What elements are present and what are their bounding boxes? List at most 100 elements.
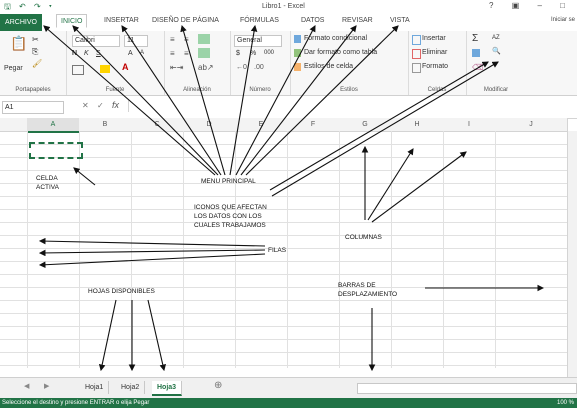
grid-col-line (131, 131, 132, 368)
column-header-c[interactable]: C (131, 118, 184, 132)
number-format-select[interactable]: General (234, 35, 282, 47)
conditional-format-button[interactable]: Formato condicional (304, 35, 367, 42)
window-controls[interactable]: ? ▣ – □ (489, 1, 573, 10)
delete-cells-button[interactable]: Eliminar (422, 49, 447, 56)
tab-diseno-pagina[interactable]: DISEÑO DE PÁGINA (152, 17, 219, 24)
font-name-select[interactable]: Calibri (72, 35, 120, 47)
sheet-nav-next-icon[interactable]: ▶ (44, 382, 49, 390)
vertical-scrollbar[interactable] (567, 131, 577, 377)
delete-cells-icon (412, 49, 421, 59)
title-bar: 🖫 ↶ ↷ ▾ Libro1 - Excel ? ▣ – □ (0, 0, 577, 14)
format-painter-icon[interactable]: 🖌 (32, 59, 42, 68)
group-editing: Σ AZ 🔍 ⌫ Modificar (466, 31, 526, 95)
font-size-select[interactable]: 11 (124, 35, 148, 47)
increase-decimal-icon[interactable]: ←0 (236, 64, 247, 71)
grid-row-line (0, 248, 577, 249)
tab-vista[interactable]: VISTA (390, 17, 410, 24)
name-box[interactable]: A1 (2, 101, 64, 114)
borders-icon[interactable] (72, 65, 84, 75)
grow-font-button[interactable]: A (128, 50, 133, 57)
cancel-icon[interactable]: ✕ (82, 101, 89, 110)
column-header-d[interactable]: D (183, 118, 236, 132)
grid-row-line (0, 183, 577, 184)
align-left-icon[interactable]: ≡ (170, 49, 175, 58)
group-label-clipboard: Portapapeles (15, 87, 51, 93)
decrease-decimal-icon[interactable]: .00 (254, 64, 264, 71)
insert-cells-button[interactable]: Insertar (422, 35, 446, 42)
annotation-celda-line1: CELDA (36, 175, 58, 182)
grid-col-line (339, 131, 340, 368)
tab-datos[interactable]: DATOS (301, 17, 324, 24)
fill-color-icon[interactable] (100, 65, 110, 73)
conditional-format-icon (294, 35, 301, 43)
indent-icon[interactable]: ⇤⇥ (170, 63, 183, 72)
format-as-table-button[interactable]: Dar formato como tabla (304, 49, 377, 56)
italic-button[interactable]: K (84, 50, 89, 57)
add-sheet-button[interactable]: ⊕ (214, 380, 222, 391)
select-all-corner[interactable] (0, 118, 28, 132)
clear-icon[interactable]: ⌫ (472, 63, 483, 72)
cut-icon[interactable]: ✂ (32, 35, 39, 44)
grid-row-line (0, 170, 577, 171)
align-middle-icon[interactable]: ≡ (184, 35, 189, 44)
sheet-nav-prev-icon[interactable]: ◀ (24, 382, 29, 390)
underline-button[interactable]: S (96, 50, 101, 57)
merge-center-icon[interactable] (198, 48, 210, 58)
worksheet-grid[interactable]: A B C D E F G H I J (0, 118, 577, 368)
column-header-a[interactable]: A (27, 118, 80, 133)
grid-col-line (287, 131, 288, 368)
zoom-level[interactable]: 100 % (557, 398, 574, 408)
sheet-tab-hoja3[interactable]: Hoja3 (152, 381, 183, 396)
thousands-button[interactable]: 000 (264, 50, 274, 56)
cell-styles-icon (294, 63, 301, 71)
tab-inicio[interactable]: INICIO (56, 14, 88, 28)
shrink-font-button[interactable]: A (140, 50, 144, 56)
font-color-icon[interactable]: A (122, 62, 129, 72)
cell-styles-button[interactable]: Estilos de celda (304, 63, 353, 70)
column-header-j[interactable]: J (495, 118, 568, 132)
grid-col-line (443, 131, 444, 368)
grid-row-line (0, 300, 577, 301)
paste-button[interactable]: Pegar (4, 65, 23, 72)
tab-archivo[interactable]: ARCHIVO (0, 14, 42, 31)
formula-input[interactable] (128, 100, 569, 112)
grid-row-line (0, 326, 577, 327)
horizontal-scrollbar[interactable] (357, 383, 577, 394)
tab-formulas[interactable]: FÓRMULAS (240, 17, 279, 24)
column-header-i[interactable]: I (443, 118, 496, 132)
quick-access-toolbar[interactable]: 🖫 ↶ ↷ ▾ (4, 1, 55, 15)
sheet-tab-hoja1[interactable]: Hoja1 (80, 381, 110, 394)
percent-button[interactable]: % (250, 50, 256, 57)
group-cells: Insertar Eliminar Formato Celdas (408, 31, 467, 95)
group-font: Calibri 11 N K S A A A Fuente (66, 31, 165, 95)
grid-row-line (0, 365, 577, 366)
column-header-h[interactable]: H (391, 118, 444, 132)
fill-icon[interactable] (472, 49, 480, 57)
autosum-button[interactable]: Σ (472, 33, 478, 44)
paste-icon[interactable]: 📋 (10, 35, 27, 52)
copy-icon[interactable]: ⎘ (32, 47, 38, 57)
group-label-font: Fuente (105, 87, 125, 93)
align-center-icon[interactable]: ≡ (184, 49, 189, 58)
annotation-iconos-line2: LOS DATOS CON LOS (194, 213, 262, 220)
insert-function-icon[interactable]: fx (112, 100, 119, 110)
active-cell[interactable] (29, 142, 83, 159)
column-header-f[interactable]: F (287, 118, 340, 132)
column-header-g[interactable]: G (339, 118, 392, 132)
bold-button[interactable]: N (72, 50, 77, 57)
tab-insertar[interactable]: INSERTAR (104, 17, 139, 24)
enter-icon[interactable]: ✓ (97, 101, 104, 110)
sort-filter-button[interactable]: AZ (492, 35, 500, 41)
orientation-icon[interactable]: ab↗ (198, 63, 214, 72)
currency-button[interactable]: $ (236, 50, 240, 57)
signin-link[interactable]: Iniciar se (551, 17, 575, 23)
column-header-e[interactable]: E (235, 118, 288, 132)
sheet-tab-hoja2[interactable]: Hoja2 (116, 381, 146, 394)
column-header-b[interactable]: B (79, 118, 132, 132)
align-top-icon[interactable]: ≡ (170, 35, 175, 44)
status-bar: Seleccione el destino y presione ENTRAR … (0, 398, 577, 408)
format-cells-button[interactable]: Formato (422, 63, 448, 70)
tab-revisar[interactable]: REVISAR (342, 17, 373, 24)
find-select-button[interactable]: 🔍 (492, 47, 501, 55)
wrap-text-icon[interactable] (198, 34, 210, 44)
